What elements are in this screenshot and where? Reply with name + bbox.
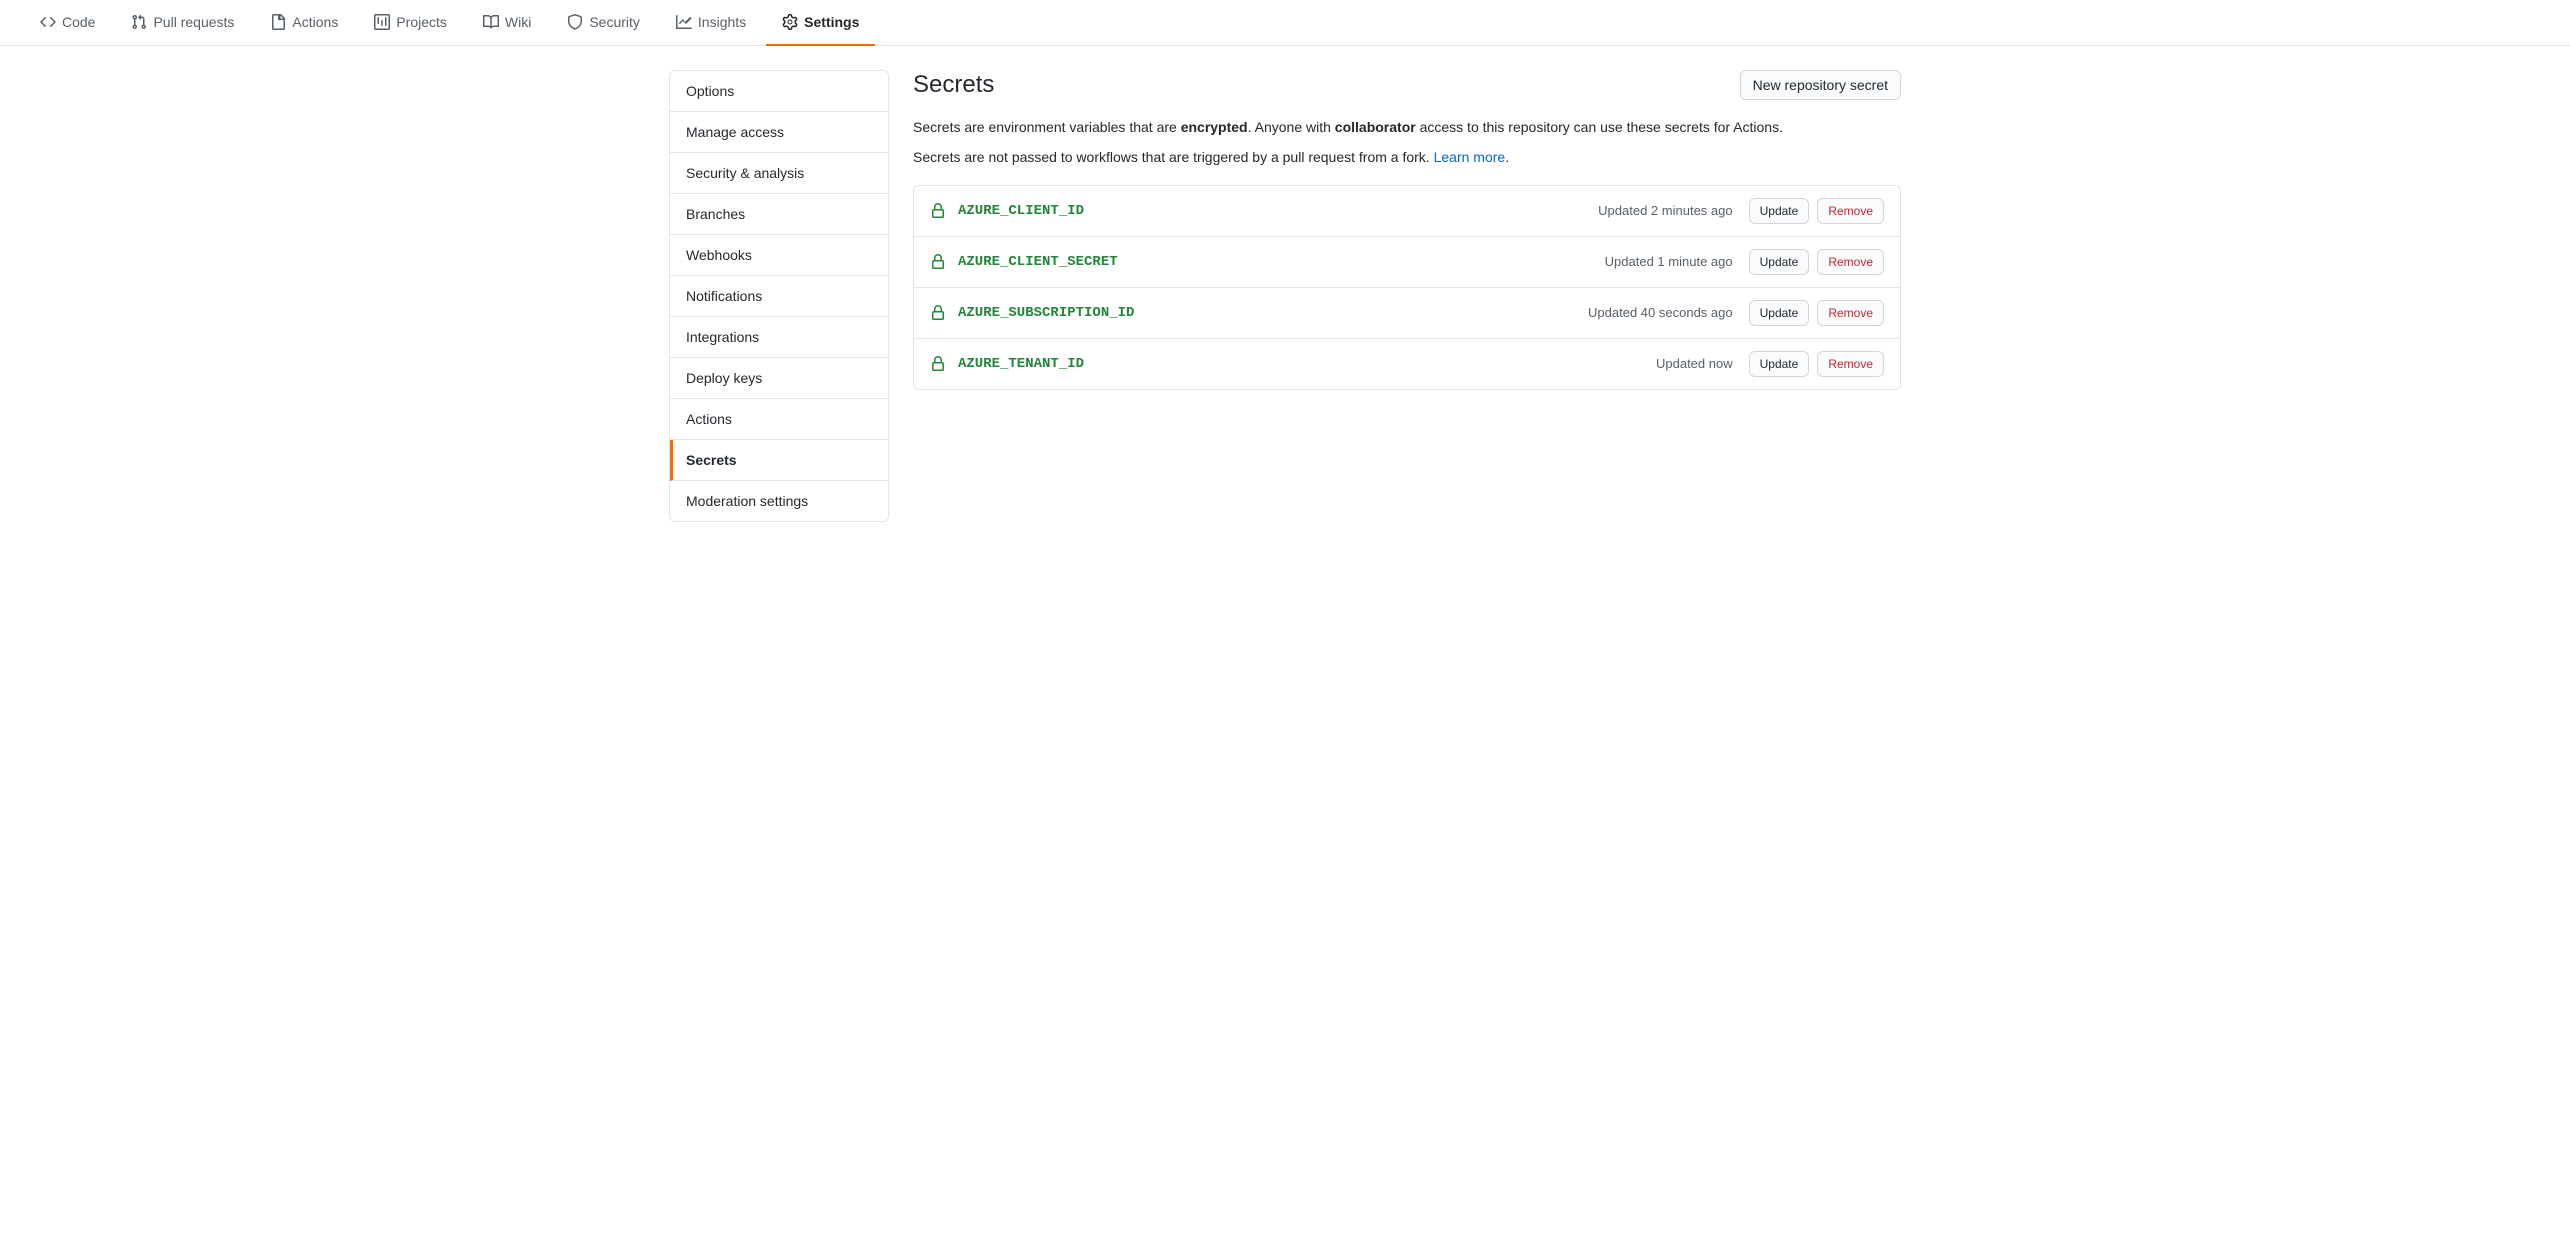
actions-icon xyxy=(270,14,286,30)
sidebar-item-manage-access[interactable]: Manage access xyxy=(670,112,888,153)
code-icon xyxy=(40,14,56,30)
nav-label-pull-requests: Pull requests xyxy=(153,14,234,30)
secret-actions: Update Remove xyxy=(1749,351,1884,377)
lock-icon xyxy=(930,305,946,321)
secret-updated: Updated now xyxy=(1656,356,1733,371)
secret-actions: Update Remove xyxy=(1749,198,1884,224)
nav-label-projects: Projects xyxy=(396,14,447,30)
settings-icon xyxy=(782,14,798,30)
description-line1: Secrets are environment variables that a… xyxy=(913,116,1901,138)
layout: Options Manage access Security & analysi… xyxy=(645,46,1925,546)
secret-row: AZURE_CLIENT_ID Updated 2 minutes ago Up… xyxy=(914,186,1900,237)
main-content: Secrets New repository secret Secrets ar… xyxy=(913,70,1901,522)
sidebar-item-integrations[interactable]: Integrations xyxy=(670,317,888,358)
update-button[interactable]: Update xyxy=(1749,198,1810,224)
update-button[interactable]: Update xyxy=(1749,300,1810,326)
secret-name: AZURE_SUBSCRIPTION_ID xyxy=(958,305,1588,321)
secret-row: AZURE_CLIENT_SECRET Updated 1 minute ago… xyxy=(914,237,1900,288)
nav-item-projects[interactable]: Projects xyxy=(358,0,463,46)
learn-more-link[interactable]: Learn more xyxy=(1434,149,1506,165)
nav-label-actions: Actions xyxy=(292,14,338,30)
nav-item-wiki[interactable]: Wiki xyxy=(467,0,547,46)
secret-row: AZURE_TENANT_ID Updated now Update Remov… xyxy=(914,339,1900,389)
secret-row: AZURE_SUBSCRIPTION_ID Updated 40 seconds… xyxy=(914,288,1900,339)
sidebar-item-security-analysis[interactable]: Security & analysis xyxy=(670,153,888,194)
new-repository-secret-button[interactable]: New repository secret xyxy=(1740,70,1901,100)
page-header: Secrets New repository secret xyxy=(913,70,1901,100)
nav-label-code: Code xyxy=(62,14,95,30)
lock-icon xyxy=(930,203,946,219)
remove-button[interactable]: Remove xyxy=(1817,351,1884,377)
nav-item-insights[interactable]: Insights xyxy=(660,0,762,46)
nav-item-pull-requests[interactable]: Pull requests xyxy=(115,0,250,46)
sidebar-item-deploy-keys[interactable]: Deploy keys xyxy=(670,358,888,399)
nav-item-actions[interactable]: Actions xyxy=(254,0,354,46)
remove-button[interactable]: Remove xyxy=(1817,198,1884,224)
secret-actions: Update Remove xyxy=(1749,300,1884,326)
insights-icon xyxy=(676,14,692,30)
lock-icon xyxy=(930,356,946,372)
sidebar-item-options[interactable]: Options xyxy=(670,71,888,112)
sidebar: Options Manage access Security & analysi… xyxy=(669,70,889,522)
remove-button[interactable]: Remove xyxy=(1817,300,1884,326)
secrets-list: AZURE_CLIENT_ID Updated 2 minutes ago Up… xyxy=(913,185,1901,390)
nav-label-wiki: Wiki xyxy=(505,14,531,30)
secret-updated: Updated 1 minute ago xyxy=(1605,254,1733,269)
projects-icon xyxy=(374,14,390,30)
wiki-icon xyxy=(483,14,499,30)
nav-item-settings[interactable]: Settings xyxy=(766,0,875,46)
description-line2: Secrets are not passed to workflows that… xyxy=(913,146,1901,168)
sidebar-item-secrets[interactable]: Secrets xyxy=(670,440,888,481)
top-nav: Code Pull requests Actions Projects xyxy=(0,0,2570,46)
sidebar-item-notifications[interactable]: Notifications xyxy=(670,276,888,317)
page-title: Secrets xyxy=(913,71,994,99)
secret-updated: Updated 2 minutes ago xyxy=(1598,203,1732,218)
update-button[interactable]: Update xyxy=(1749,249,1810,275)
sidebar-item-webhooks[interactable]: Webhooks xyxy=(670,235,888,276)
security-icon xyxy=(567,14,583,30)
nav-label-insights: Insights xyxy=(698,14,746,30)
pr-icon xyxy=(131,14,147,30)
sidebar-item-branches[interactable]: Branches xyxy=(670,194,888,235)
sidebar-item-moderation-settings[interactable]: Moderation settings xyxy=(670,481,888,521)
nav-item-security[interactable]: Security xyxy=(551,0,656,46)
secret-name: AZURE_CLIENT_SECRET xyxy=(958,254,1605,270)
secret-name: AZURE_CLIENT_ID xyxy=(958,203,1598,219)
update-button[interactable]: Update xyxy=(1749,351,1810,377)
nav-label-security: Security xyxy=(589,14,640,30)
secret-actions: Update Remove xyxy=(1749,249,1884,275)
sidebar-item-actions[interactable]: Actions xyxy=(670,399,888,440)
secret-updated: Updated 40 seconds ago xyxy=(1588,305,1733,320)
lock-icon xyxy=(930,254,946,270)
remove-button[interactable]: Remove xyxy=(1817,249,1884,275)
nav-label-settings: Settings xyxy=(804,14,859,30)
nav-item-code[interactable]: Code xyxy=(24,0,111,46)
secret-name: AZURE_TENANT_ID xyxy=(958,356,1656,372)
